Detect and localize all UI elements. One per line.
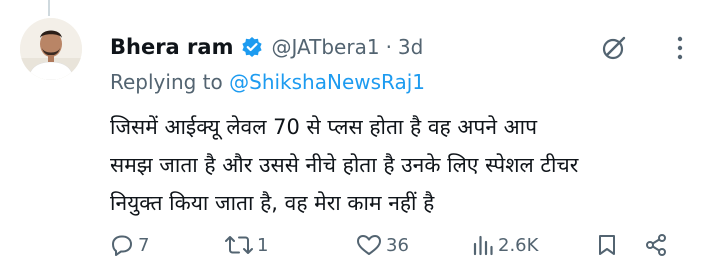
action-bar: 7 1 36 2.6K — [110, 228, 680, 262]
bookmark-button[interactable] — [596, 228, 618, 262]
grok-icon[interactable] — [596, 30, 632, 66]
avatar[interactable] — [20, 18, 82, 80]
tweet-header: Bhera ram @JATbera1 · 3d — [110, 30, 423, 64]
replying-to: Replying to @ShikshaNewsRaj1 — [110, 70, 425, 94]
tweet-text-line: जिसमें आईक्यू लेवल 70 से प्लस होता है वह… — [110, 115, 538, 139]
share-button[interactable] — [644, 228, 668, 262]
top-right-actions — [596, 30, 698, 66]
like-count: 36 — [386, 234, 409, 256]
tweet-text-line: नियुक्त किया जाता है, वह मेरा काम नहीं ह… — [110, 191, 435, 215]
replying-prefix: Replying to — [110, 70, 230, 94]
tweet-text: जिसमें आईक्यू लेवल 70 से प्लस होता है वह… — [110, 108, 690, 222]
tweet-text-line: समझ जाता है और उससे नीचे होता है उनके लि… — [110, 153, 579, 177]
timestamp[interactable]: 3d — [398, 35, 423, 59]
reply-button[interactable]: 7 — [110, 228, 149, 262]
repost-button[interactable]: 1 — [225, 228, 268, 262]
reply-count: 7 — [138, 234, 150, 256]
repost-count: 1 — [257, 234, 269, 256]
more-icon[interactable] — [662, 30, 698, 66]
repost-icon — [225, 236, 253, 254]
views-icon — [473, 235, 493, 256]
separator-dot: · — [385, 35, 392, 59]
avatar-image — [20, 18, 82, 80]
thread-line — [48, 0, 50, 16]
like-button[interactable]: 36 — [356, 228, 409, 262]
like-icon — [357, 235, 381, 255]
replying-mention[interactable]: @ShikshaNewsRaj1 — [229, 70, 425, 94]
views-button[interactable]: 2.6K — [472, 228, 538, 262]
share-icon — [646, 234, 666, 256]
verified-badge-icon — [241, 36, 263, 58]
bookmark-icon — [599, 235, 615, 255]
display-name[interactable]: Bhera ram — [110, 35, 233, 59]
views-count: 2.6K — [498, 234, 539, 256]
author-handle[interactable]: @JATbera1 — [271, 35, 379, 59]
reply-icon — [112, 235, 132, 256]
